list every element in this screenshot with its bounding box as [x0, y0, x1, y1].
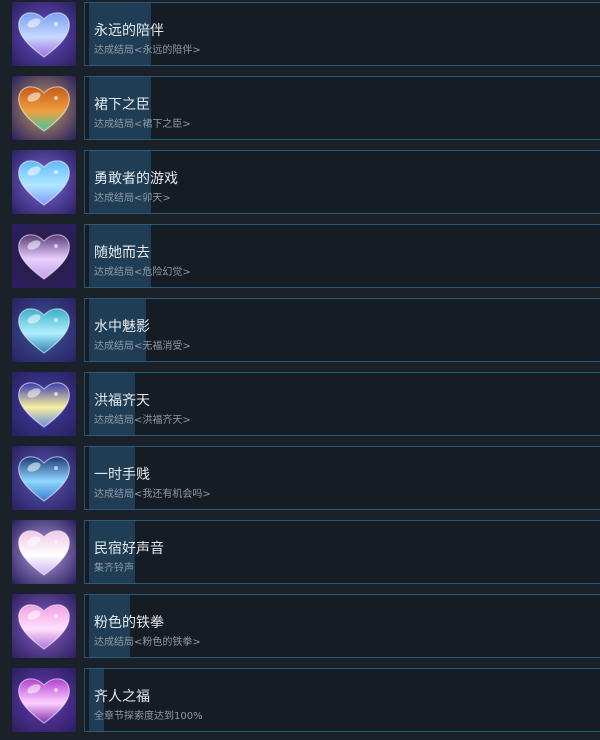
achievement-title: 民宿好声音 — [94, 541, 164, 557]
achievement-title: 粉色的铁拳 — [94, 615, 164, 631]
achievement-description: 达成结局<危险幻觉> — [94, 267, 191, 278]
achievement-title: 裙下之臣 — [94, 97, 150, 113]
achievement-description: 达成结局<卯天> — [94, 193, 171, 204]
achievement-list: 永远的陪伴 达成结局<永远的陪伴> 裙下之臣 达成结局<裙下之臣> 勇敢者的游戏… — [0, 0, 600, 740]
heart-icon — [12, 2, 76, 66]
heart-icon — [12, 446, 76, 510]
achievement-description: 达成结局<无福消受> — [94, 341, 191, 352]
achievement-row[interactable]: 水中魅影达成结局<无福消受> — [0, 296, 600, 370]
achievement-row[interactable]: 民宿好声音 集齐铃声 — [0, 518, 600, 592]
heart-icon — [12, 372, 76, 436]
achievement-title: 水中魅影 — [94, 319, 150, 335]
achievement-panel: 裙下之臣达成结局<裙下之臣> — [84, 76, 600, 140]
achievement-row[interactable]: 随她而去达成结局<危险幻觉> — [0, 222, 600, 296]
achievement-description: 达成结局<我还有机会吗> — [94, 489, 211, 500]
achievement-row[interactable]: 勇敢者的游戏达成结局<卯天> — [0, 148, 600, 222]
achievement-panel: 一时手贱达成结局<我还有机会吗> — [84, 446, 600, 510]
achievement-description: 达成结局<永远的陪伴> — [94, 45, 201, 56]
achievement-title: 齐人之福 — [94, 689, 150, 705]
achievement-row[interactable]: 裙下之臣达成结局<裙下之臣> — [0, 74, 600, 148]
achievement-panel: 永远的陪伴达成结局<永远的陪伴> — [84, 2, 600, 66]
heart-icon — [12, 298, 76, 362]
achievement-title: 洪福齐天 — [94, 393, 150, 409]
heart-icon — [12, 224, 76, 288]
achievement-title: 永远的陪伴 — [94, 23, 164, 39]
achievement-description: 全章节探索度达到100% — [94, 711, 203, 722]
achievement-description: 达成结局<洪福齐天> — [94, 415, 191, 426]
achievement-row[interactable]: 粉色的铁拳达成结局<粉色的铁拳> — [0, 592, 600, 666]
achievement-panel: 勇敢者的游戏达成结局<卯天> — [84, 150, 600, 214]
heart-icon — [12, 520, 76, 584]
achievement-row[interactable]: 一时手贱达成结局<我还有机会吗> — [0, 444, 600, 518]
achievement-panel: 洪福齐天达成结局<洪福齐天> — [84, 372, 600, 436]
heart-icon — [12, 594, 76, 658]
achievement-panel: 齐人之福全章节探索度达到100% — [84, 668, 600, 732]
achievement-title: 勇敢者的游戏 — [94, 171, 178, 187]
achievement-row[interactable]: 永远的陪伴达成结局<永远的陪伴> — [0, 0, 600, 74]
achievement-row[interactable]: 齐人之福全章节探索度达到100% — [0, 666, 600, 740]
heart-icon — [12, 150, 76, 214]
achievement-title: 随她而去 — [94, 245, 150, 261]
achievement-description: 达成结局<粉色的铁拳> — [94, 637, 201, 648]
achievement-panel: 水中魅影达成结局<无福消受> — [84, 298, 600, 362]
heart-icon — [12, 76, 76, 140]
heart-icon — [12, 668, 76, 732]
achievement-panel: 随她而去达成结局<危险幻觉> — [84, 224, 600, 288]
achievement-title: 一时手贱 — [94, 467, 150, 483]
achievement-row[interactable]: 洪福齐天达成结局<洪福齐天> — [0, 370, 600, 444]
achievement-description: 集齐铃声 — [94, 563, 134, 574]
achievement-description: 达成结局<裙下之臣> — [94, 119, 191, 130]
achievement-panel: 民宿好声音 集齐铃声 — [84, 520, 600, 584]
achievement-panel: 粉色的铁拳达成结局<粉色的铁拳> — [84, 594, 600, 658]
